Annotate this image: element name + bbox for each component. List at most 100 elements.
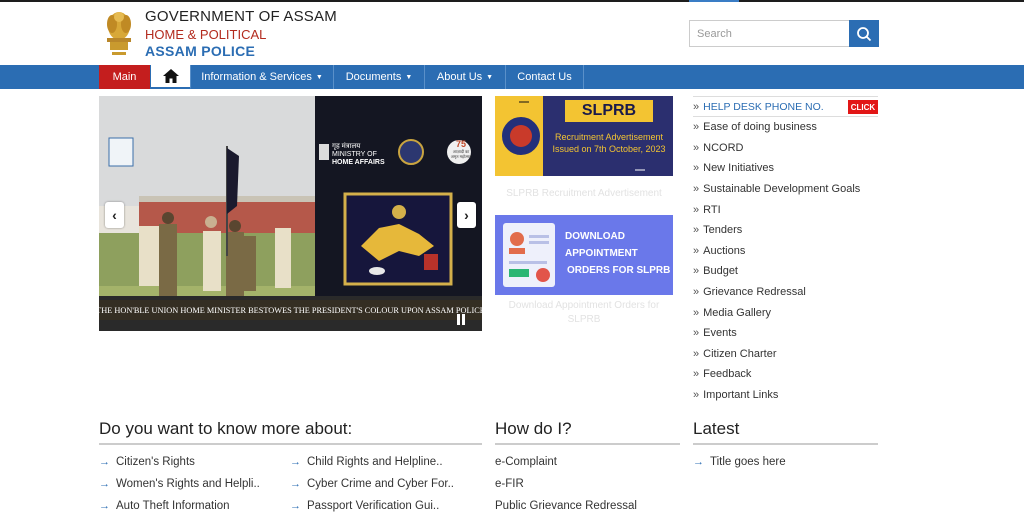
- quick-link-label: New Initiatives: [703, 162, 775, 175]
- search-button[interactable]: [849, 20, 879, 47]
- quick-link[interactable]: » Events: [693, 323, 878, 344]
- carousel-prev-button[interactable]: ‹: [105, 202, 124, 228]
- chevron-double-right-icon: »: [693, 389, 700, 402]
- quick-link-label: Events: [703, 327, 737, 340]
- nav-about-us[interactable]: About Us ▼: [425, 65, 506, 89]
- arrow-right-icon: →: [99, 500, 110, 512]
- quick-link[interactable]: » New Initiatives: [693, 158, 878, 179]
- chevron-double-right-icon: »: [693, 306, 700, 319]
- banner-appointment: APPOINTMENT: [565, 248, 638, 259]
- appointment-banner: DOWNLOAD APPOINTMENT ORDERS FOR SLPRB: [495, 215, 673, 295]
- banner-download: DOWNLOAD: [565, 231, 625, 242]
- quick-link[interactable]: » Media Gallery: [693, 302, 878, 323]
- quick-link[interactable]: » Sustainable Development Goals: [693, 179, 878, 200]
- government-title: GOVERNMENT OF ASSAM: [145, 8, 337, 25]
- quick-link[interactable]: » Important Links: [693, 385, 878, 406]
- know-more-link-label: Cyber Crime and Cyber For..: [307, 478, 454, 490]
- know-more-link[interactable]: → Child Rights and Helpline..: [290, 456, 443, 468]
- search-icon: [857, 26, 872, 41]
- nav-main[interactable]: Main: [99, 65, 150, 89]
- nav-about-label: About Us: [436, 71, 483, 83]
- promo-card-recruitment[interactable]: SLPRB Recruitment Advertisement Issued o…: [495, 96, 673, 206]
- ministry-line1: MINISTRY OF: [332, 151, 377, 158]
- know-more-link[interactable]: → Citizen's Rights: [99, 456, 195, 468]
- org-title-block: GOVERNMENT OF ASSAM HOME & POLITICAL ASS…: [145, 8, 337, 59]
- nav-contact-us[interactable]: Contact Us: [506, 65, 584, 89]
- search-input[interactable]: [690, 21, 850, 46]
- nav-information-services[interactable]: Information & Services ▼: [191, 65, 334, 89]
- banner-slprb-title: SLPRB: [565, 100, 653, 122]
- know-more-heading: Do you want to know more about:: [99, 419, 353, 438]
- how-do-i-heading: How do I?: [495, 419, 572, 438]
- quick-link-label: RTI: [703, 203, 721, 216]
- quick-link-label: Feedback: [703, 368, 752, 381]
- help-desk-link[interactable]: » HELP DESK PHONE NO. CLICK: [693, 96, 878, 117]
- how-do-i-link[interactable]: e-Complaint: [495, 456, 557, 468]
- how-do-i-link[interactable]: e-FIR: [495, 478, 524, 490]
- chevron-double-right-icon: »: [693, 265, 700, 278]
- know-more-link-label: Women's Rights and Helpli..: [116, 478, 260, 490]
- nav-information-label: Information & Services: [201, 71, 312, 83]
- how-do-i-link[interactable]: Public Grievance Redressal: [495, 500, 637, 512]
- banner-recruitment-text: Recruitment Advertisement Issued on 7th …: [545, 131, 673, 155]
- know-more-link[interactable]: → Passport Verification Gui..: [290, 500, 439, 512]
- quick-link[interactable]: » Auctions: [693, 241, 878, 262]
- azadi-logo: 75 आज़ादी का अमृत महोत्सव: [449, 139, 473, 160]
- carousel-caption: THE HON'BLE UNION HOME MINISTER BESTOWES…: [99, 300, 482, 320]
- department-title: HOME & POLITICAL: [145, 27, 267, 42]
- quick-link-label: Tenders: [703, 224, 743, 237]
- chevron-double-right-icon: »: [693, 121, 700, 134]
- quick-link[interactable]: » Feedback: [693, 364, 878, 385]
- chevron-double-right-icon: »: [693, 327, 700, 340]
- know-more-link[interactable]: → Cyber Crime and Cyber For..: [290, 478, 454, 490]
- arrow-right-icon: →: [99, 456, 110, 468]
- police-title: ASSAM POLICE: [145, 43, 256, 59]
- latest-heading: Latest: [693, 419, 740, 438]
- quick-link[interactable]: » Citizen Charter: [693, 344, 878, 365]
- main-nav: Main Information & Services ▼ Documents ▼ …: [0, 65, 1024, 89]
- nav-documents-label: Documents: [345, 71, 402, 83]
- quick-link[interactable]: » Grievance Redressal: [693, 282, 878, 303]
- how-do-i-divider: [495, 443, 680, 445]
- recruitment-card-title[interactable]: SLPRB Recruitment Advertisement: [495, 187, 673, 201]
- arrow-right-icon: →: [290, 456, 301, 468]
- nav-home[interactable]: [151, 65, 191, 89]
- quick-link[interactable]: » Budget: [693, 261, 878, 282]
- arrow-right-icon: →: [290, 478, 301, 490]
- quick-link[interactable]: » Ease of doing business: [693, 117, 878, 138]
- quick-link[interactable]: » NCORD: [693, 138, 878, 159]
- home-icon: [162, 69, 179, 83]
- click-badge[interactable]: CLICK: [848, 100, 878, 114]
- quick-link-label: Important Links: [703, 389, 779, 402]
- know-more-link[interactable]: → Women's Rights and Helpli..: [99, 478, 260, 490]
- image-carousel[interactable]: गृह मंत्रालय MINISTRY OF HOME AFFAIRS 75…: [99, 96, 482, 331]
- know-more-link-label: Child Rights and Helpline..: [307, 456, 443, 468]
- azadi-number: 75: [455, 139, 466, 149]
- chevron-double-right-icon: »: [693, 368, 700, 381]
- know-more-link[interactable]: → Auto Theft Information: [99, 500, 230, 512]
- chevron-double-right-icon: »: [693, 162, 700, 175]
- banner-orders: ORDERS FOR SLPRB: [567, 265, 671, 276]
- quick-link-label: Media Gallery: [703, 306, 771, 319]
- quick-link-label: Ease of doing business: [703, 121, 817, 134]
- quick-link-label: Citizen Charter: [703, 347, 777, 360]
- chevron-double-right-icon: »: [693, 141, 700, 154]
- pause-icon[interactable]: [457, 314, 466, 325]
- carousel-next-button[interactable]: ›: [457, 202, 476, 228]
- help-desk-label: HELP DESK PHONE NO.: [703, 100, 824, 113]
- latest-item[interactable]: → Title goes here: [693, 456, 786, 468]
- arrow-right-icon: →: [99, 478, 110, 490]
- caret-down-icon: ▼: [405, 73, 413, 81]
- nav-documents[interactable]: Documents ▼: [334, 65, 425, 89]
- search-box: [689, 20, 879, 47]
- quick-link[interactable]: » Tenders: [693, 220, 878, 241]
- appointment-card-title[interactable]: Download Appointment Orders for SLPRB: [495, 299, 673, 327]
- know-more-link-label: Citizen's Rights: [116, 456, 195, 468]
- know-more-link-label: Auto Theft Information: [116, 500, 230, 512]
- top-border-accent: [689, 0, 739, 2]
- ministry-hindi: गृह मंत्रालय: [332, 143, 361, 150]
- quick-link[interactable]: » RTI: [693, 199, 878, 220]
- know-more-link-label: Passport Verification Gui..: [307, 500, 440, 512]
- promo-card-appointment[interactable]: DOWNLOAD APPOINTMENT ORDERS FOR SLPRB Do…: [495, 215, 673, 330]
- recruitment-banner: SLPRB Recruitment Advertisement Issued o…: [495, 96, 673, 176]
